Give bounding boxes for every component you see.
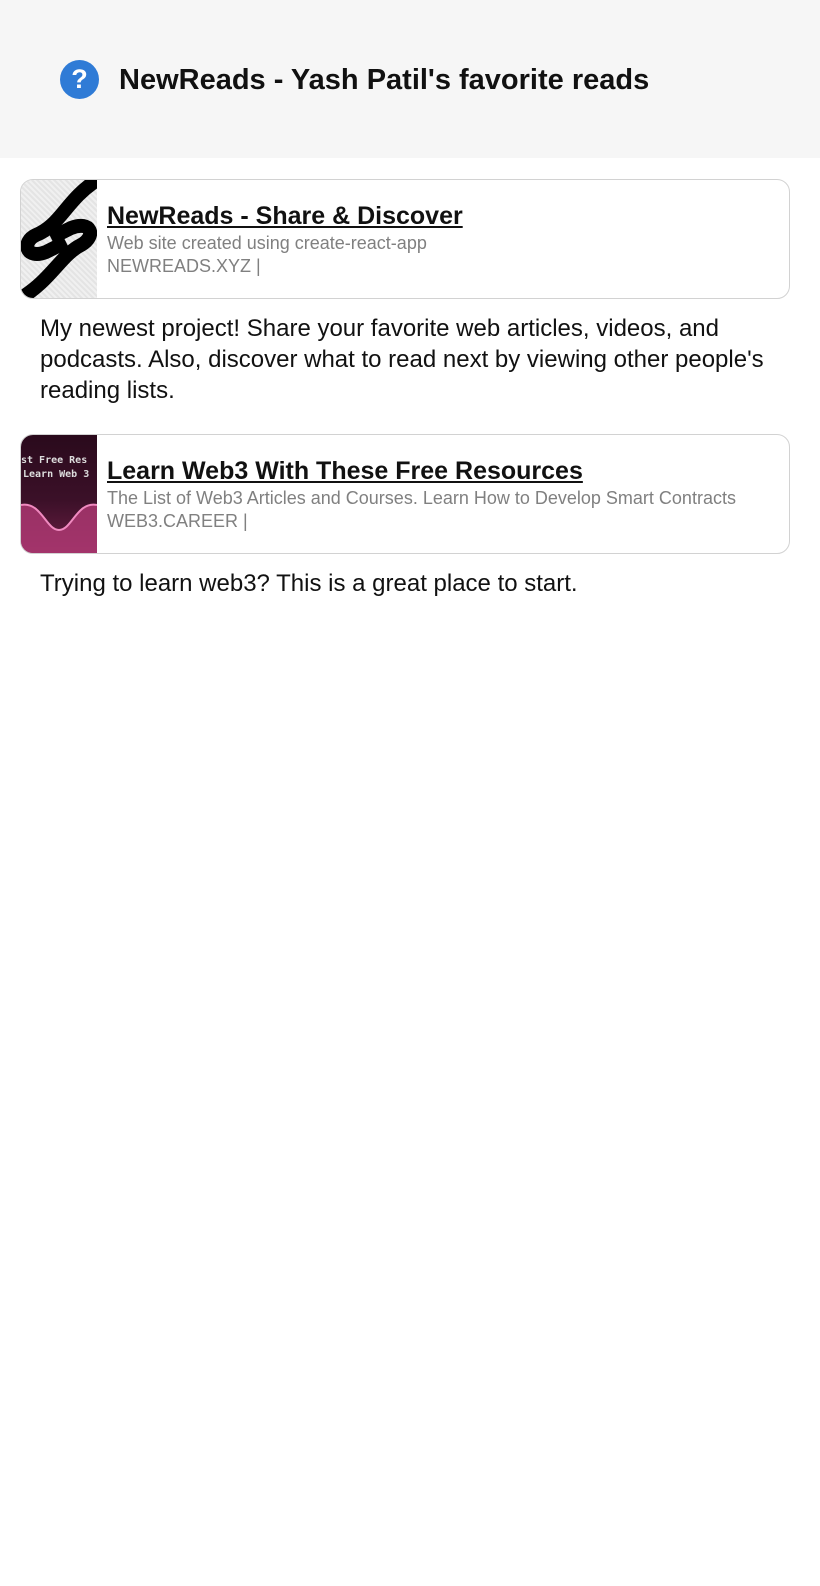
link-domain: NEWREADS.XYZ |: [107, 256, 261, 276]
item-description: My newest project! Share your favorite w…: [40, 315, 764, 404]
item-description: Trying to learn web3? This is a great pl…: [40, 570, 578, 597]
header: ? NewReads - Yash Patil's favorite reads: [0, 0, 820, 158]
link-domain: WEB3.CAREER |: [107, 511, 248, 531]
web3-thumbnail: st Free Res Learn Web 3: [21, 435, 97, 553]
help-icon[interactable]: ?: [60, 60, 99, 99]
link-title[interactable]: NewReads - Share & Discover: [107, 200, 775, 232]
link-subtitle: The List of Web3 Articles and Courses. L…: [107, 488, 736, 508]
link-chain-thumbnail: [21, 180, 101, 298]
link-card[interactable]: NewReads - Share & Discover Web site cre…: [20, 179, 790, 299]
page-title: NewReads - Yash Patil's favorite reads: [119, 64, 650, 96]
link-title[interactable]: Learn Web3 With These Free Resources: [107, 455, 775, 487]
link-subtitle: Web site created using create-react-app: [107, 233, 427, 253]
link-card[interactable]: st Free Res Learn Web 3 Learn Web3 With …: [20, 434, 790, 554]
